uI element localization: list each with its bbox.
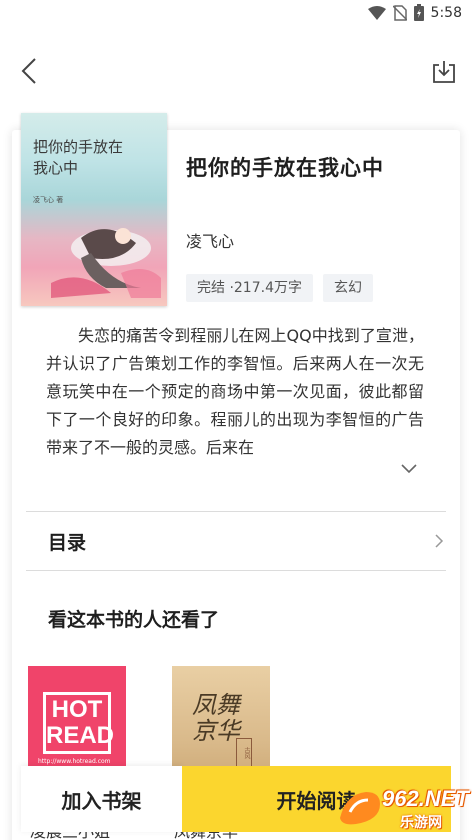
- chevron-down-icon: [401, 464, 417, 474]
- cover-url: http://www.hotread.com: [38, 758, 111, 765]
- wifi-icon: [367, 5, 386, 20]
- book-title: 把你的手放在我心中: [186, 155, 384, 180]
- divider: [26, 570, 446, 571]
- cover-calligraphy: 凤舞京华: [192, 691, 240, 745]
- read-text: READ: [46, 722, 115, 749]
- download-icon: [433, 61, 455, 83]
- watermark-brand: 962.NET: [382, 786, 469, 811]
- cover-illustration: [51, 228, 161, 298]
- back-button[interactable]: [14, 54, 44, 88]
- hot-text: HOT: [51, 696, 103, 723]
- top-bar: [0, 52, 472, 92]
- recommend-section-title: 看这本书的人还看了: [48, 609, 220, 631]
- genre-tag[interactable]: 玄幻: [323, 274, 373, 302]
- toc-label: 目录: [48, 532, 87, 554]
- no-sim-icon: [392, 4, 407, 21]
- add-to-shelf-button[interactable]: 加入书架: [21, 766, 182, 832]
- table-of-contents-row[interactable]: 目录: [26, 512, 446, 570]
- status-bar: 5:58: [0, 0, 472, 28]
- battery-icon: [413, 4, 424, 21]
- site-watermark: 962.NET 乐游网: [336, 786, 470, 832]
- status-time: 5:58: [430, 4, 462, 21]
- hot-read-logo: HOT READ: [43, 692, 115, 754]
- book-description: 失恋的痛苦令到程丽儿在网上QQ中找到了宣泄，并认识了广告策划工作的李智恒。后来两…: [46, 326, 424, 457]
- chevron-left-icon: [21, 58, 36, 84]
- chevron-right-icon: [435, 534, 444, 548]
- watermark-sub: 乐游网: [400, 815, 442, 831]
- watermark-logo-icon: [340, 792, 380, 825]
- cover-title: 把你的手放在我心中: [33, 138, 124, 177]
- status-tag: 完结 ·217.4万字: [186, 274, 313, 302]
- download-button[interactable]: [428, 56, 460, 88]
- expand-description-button[interactable]: [400, 460, 418, 474]
- status-icons: 5:58: [367, 4, 462, 21]
- book-author[interactable]: 凌飞心: [186, 228, 234, 252]
- cover-seal: 古风: [236, 738, 252, 768]
- book-cover[interactable]: 把你的手放在我心中 凌飞心 著: [21, 113, 167, 306]
